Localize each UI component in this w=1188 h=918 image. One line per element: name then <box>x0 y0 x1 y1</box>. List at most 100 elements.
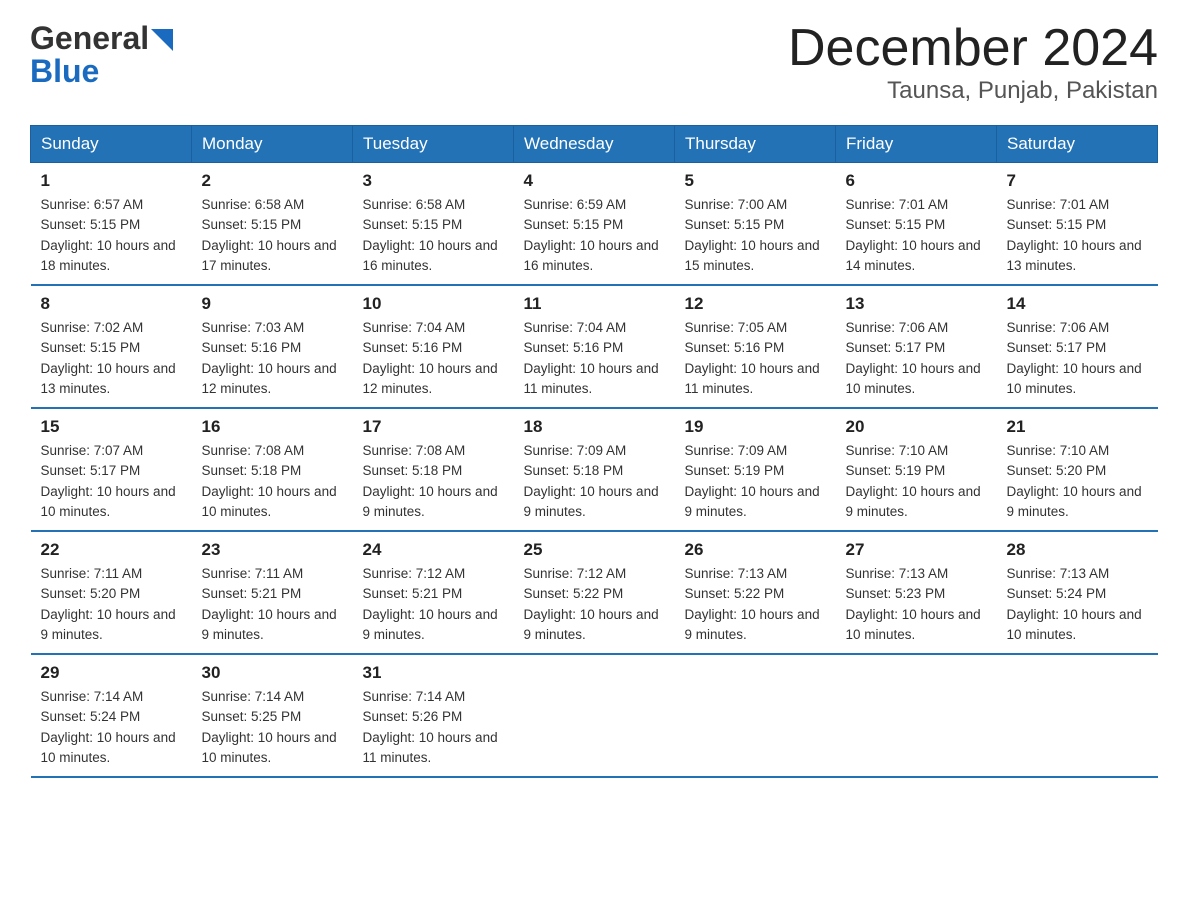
sunset-label: Sunset: 5:20 PM <box>1007 463 1107 478</box>
sunset-label: Sunset: 5:15 PM <box>685 217 785 232</box>
daylight-label: Daylight: 10 hours and 16 minutes. <box>363 238 498 273</box>
sunrise-label: Sunrise: 7:11 AM <box>202 566 304 581</box>
sunrise-label: Sunrise: 7:09 AM <box>524 443 627 458</box>
daylight-label: Daylight: 10 hours and 10 minutes. <box>202 730 337 765</box>
day-info: Sunrise: 7:09 AM Sunset: 5:19 PM Dayligh… <box>685 441 826 522</box>
sunrise-label: Sunrise: 7:01 AM <box>1007 197 1110 212</box>
day-number: 19 <box>685 417 826 437</box>
sunrise-label: Sunrise: 6:58 AM <box>363 197 466 212</box>
day-info: Sunrise: 7:04 AM Sunset: 5:16 PM Dayligh… <box>363 318 504 399</box>
day-info: Sunrise: 7:06 AM Sunset: 5:17 PM Dayligh… <box>846 318 987 399</box>
day-info: Sunrise: 7:00 AM Sunset: 5:15 PM Dayligh… <box>685 195 826 276</box>
sunset-label: Sunset: 5:25 PM <box>202 709 302 724</box>
sunrise-label: Sunrise: 7:11 AM <box>41 566 143 581</box>
sunrise-label: Sunrise: 6:59 AM <box>524 197 627 212</box>
calendar-cell: 1 Sunrise: 6:57 AM Sunset: 5:15 PM Dayli… <box>31 163 192 286</box>
calendar-cell: 4 Sunrise: 6:59 AM Sunset: 5:15 PM Dayli… <box>514 163 675 286</box>
day-info: Sunrise: 7:06 AM Sunset: 5:17 PM Dayligh… <box>1007 318 1148 399</box>
logo: General Blue <box>30 20 173 90</box>
sunrise-label: Sunrise: 6:58 AM <box>202 197 305 212</box>
calendar-cell: 18 Sunrise: 7:09 AM Sunset: 5:18 PM Dayl… <box>514 408 675 531</box>
sunrise-label: Sunrise: 7:04 AM <box>363 320 466 335</box>
daylight-label: Daylight: 10 hours and 9 minutes. <box>363 484 498 519</box>
calendar-cell: 19 Sunrise: 7:09 AM Sunset: 5:19 PM Dayl… <box>675 408 836 531</box>
header-tuesday: Tuesday <box>353 126 514 163</box>
day-info: Sunrise: 7:12 AM Sunset: 5:21 PM Dayligh… <box>363 564 504 645</box>
day-number: 15 <box>41 417 182 437</box>
sunrise-label: Sunrise: 7:06 AM <box>1007 320 1110 335</box>
sunrise-label: Sunrise: 7:04 AM <box>524 320 627 335</box>
day-info: Sunrise: 7:10 AM Sunset: 5:20 PM Dayligh… <box>1007 441 1148 522</box>
week-row-1: 1 Sunrise: 6:57 AM Sunset: 5:15 PM Dayli… <box>31 163 1158 286</box>
sunset-label: Sunset: 5:22 PM <box>524 586 624 601</box>
calendar-cell: 17 Sunrise: 7:08 AM Sunset: 5:18 PM Dayl… <box>353 408 514 531</box>
daylight-label: Daylight: 10 hours and 9 minutes. <box>846 484 981 519</box>
daylight-label: Daylight: 10 hours and 17 minutes. <box>202 238 337 273</box>
sunrise-label: Sunrise: 7:01 AM <box>846 197 949 212</box>
day-number: 8 <box>41 294 182 314</box>
day-info: Sunrise: 7:05 AM Sunset: 5:16 PM Dayligh… <box>685 318 826 399</box>
calendar-cell: 13 Sunrise: 7:06 AM Sunset: 5:17 PM Dayl… <box>836 285 997 408</box>
week-row-5: 29 Sunrise: 7:14 AM Sunset: 5:24 PM Dayl… <box>31 654 1158 777</box>
day-number: 3 <box>363 171 504 191</box>
day-info: Sunrise: 7:03 AM Sunset: 5:16 PM Dayligh… <box>202 318 343 399</box>
daylight-label: Daylight: 10 hours and 9 minutes. <box>41 607 176 642</box>
daylight-label: Daylight: 10 hours and 10 minutes. <box>846 607 981 642</box>
day-number: 11 <box>524 294 665 314</box>
day-info: Sunrise: 6:58 AM Sunset: 5:15 PM Dayligh… <box>202 195 343 276</box>
sunset-label: Sunset: 5:16 PM <box>685 340 785 355</box>
day-info: Sunrise: 7:01 AM Sunset: 5:15 PM Dayligh… <box>1007 195 1148 276</box>
calendar-title: December 2024 <box>788 20 1158 77</box>
day-number: 14 <box>1007 294 1148 314</box>
sunrise-label: Sunrise: 7:05 AM <box>685 320 788 335</box>
day-info: Sunrise: 7:13 AM Sunset: 5:24 PM Dayligh… <box>1007 564 1148 645</box>
calendar-cell <box>514 654 675 777</box>
daylight-label: Daylight: 10 hours and 9 minutes. <box>524 484 659 519</box>
daylight-label: Daylight: 10 hours and 11 minutes. <box>685 361 820 396</box>
day-number: 17 <box>363 417 504 437</box>
day-info: Sunrise: 7:04 AM Sunset: 5:16 PM Dayligh… <box>524 318 665 399</box>
day-number: 30 <box>202 663 343 683</box>
sunset-label: Sunset: 5:23 PM <box>846 586 946 601</box>
day-info: Sunrise: 7:07 AM Sunset: 5:17 PM Dayligh… <box>41 441 182 522</box>
sunrise-label: Sunrise: 7:10 AM <box>1007 443 1110 458</box>
sunset-label: Sunset: 5:21 PM <box>202 586 302 601</box>
day-number: 28 <box>1007 540 1148 560</box>
daylight-label: Daylight: 10 hours and 9 minutes. <box>524 607 659 642</box>
sunset-label: Sunset: 5:17 PM <box>1007 340 1107 355</box>
sunrise-label: Sunrise: 7:08 AM <box>363 443 466 458</box>
day-number: 20 <box>846 417 987 437</box>
day-number: 24 <box>363 540 504 560</box>
sunset-label: Sunset: 5:16 PM <box>202 340 302 355</box>
page-header: General Blue December 2024 Taunsa, Punja… <box>30 20 1158 105</box>
sunset-label: Sunset: 5:18 PM <box>524 463 624 478</box>
day-number: 21 <box>1007 417 1148 437</box>
day-info: Sunrise: 7:10 AM Sunset: 5:19 PM Dayligh… <box>846 441 987 522</box>
sunrise-label: Sunrise: 7:13 AM <box>846 566 949 581</box>
day-info: Sunrise: 7:08 AM Sunset: 5:18 PM Dayligh… <box>202 441 343 522</box>
week-row-3: 15 Sunrise: 7:07 AM Sunset: 5:17 PM Dayl… <box>31 408 1158 531</box>
header-friday: Friday <box>836 126 997 163</box>
day-info: Sunrise: 7:14 AM Sunset: 5:25 PM Dayligh… <box>202 687 343 768</box>
day-info: Sunrise: 7:01 AM Sunset: 5:15 PM Dayligh… <box>846 195 987 276</box>
sunrise-label: Sunrise: 7:00 AM <box>685 197 788 212</box>
calendar-cell: 20 Sunrise: 7:10 AM Sunset: 5:19 PM Dayl… <box>836 408 997 531</box>
day-info: Sunrise: 7:02 AM Sunset: 5:15 PM Dayligh… <box>41 318 182 399</box>
day-number: 18 <box>524 417 665 437</box>
day-number: 25 <box>524 540 665 560</box>
day-number: 31 <box>363 663 504 683</box>
calendar-cell: 24 Sunrise: 7:12 AM Sunset: 5:21 PM Dayl… <box>353 531 514 654</box>
calendar-cell <box>836 654 997 777</box>
header-wednesday: Wednesday <box>514 126 675 163</box>
daylight-label: Daylight: 10 hours and 10 minutes. <box>202 484 337 519</box>
calendar-cell: 7 Sunrise: 7:01 AM Sunset: 5:15 PM Dayli… <box>997 163 1158 286</box>
calendar-cell: 8 Sunrise: 7:02 AM Sunset: 5:15 PM Dayli… <box>31 285 192 408</box>
day-info: Sunrise: 7:12 AM Sunset: 5:22 PM Dayligh… <box>524 564 665 645</box>
sunset-label: Sunset: 5:17 PM <box>41 463 141 478</box>
calendar-cell: 25 Sunrise: 7:12 AM Sunset: 5:22 PM Dayl… <box>514 531 675 654</box>
sunrise-label: Sunrise: 7:12 AM <box>524 566 627 581</box>
calendar-body: 1 Sunrise: 6:57 AM Sunset: 5:15 PM Dayli… <box>31 163 1158 778</box>
sunset-label: Sunset: 5:24 PM <box>1007 586 1107 601</box>
calendar-cell: 21 Sunrise: 7:10 AM Sunset: 5:20 PM Dayl… <box>997 408 1158 531</box>
header-monday: Monday <box>192 126 353 163</box>
